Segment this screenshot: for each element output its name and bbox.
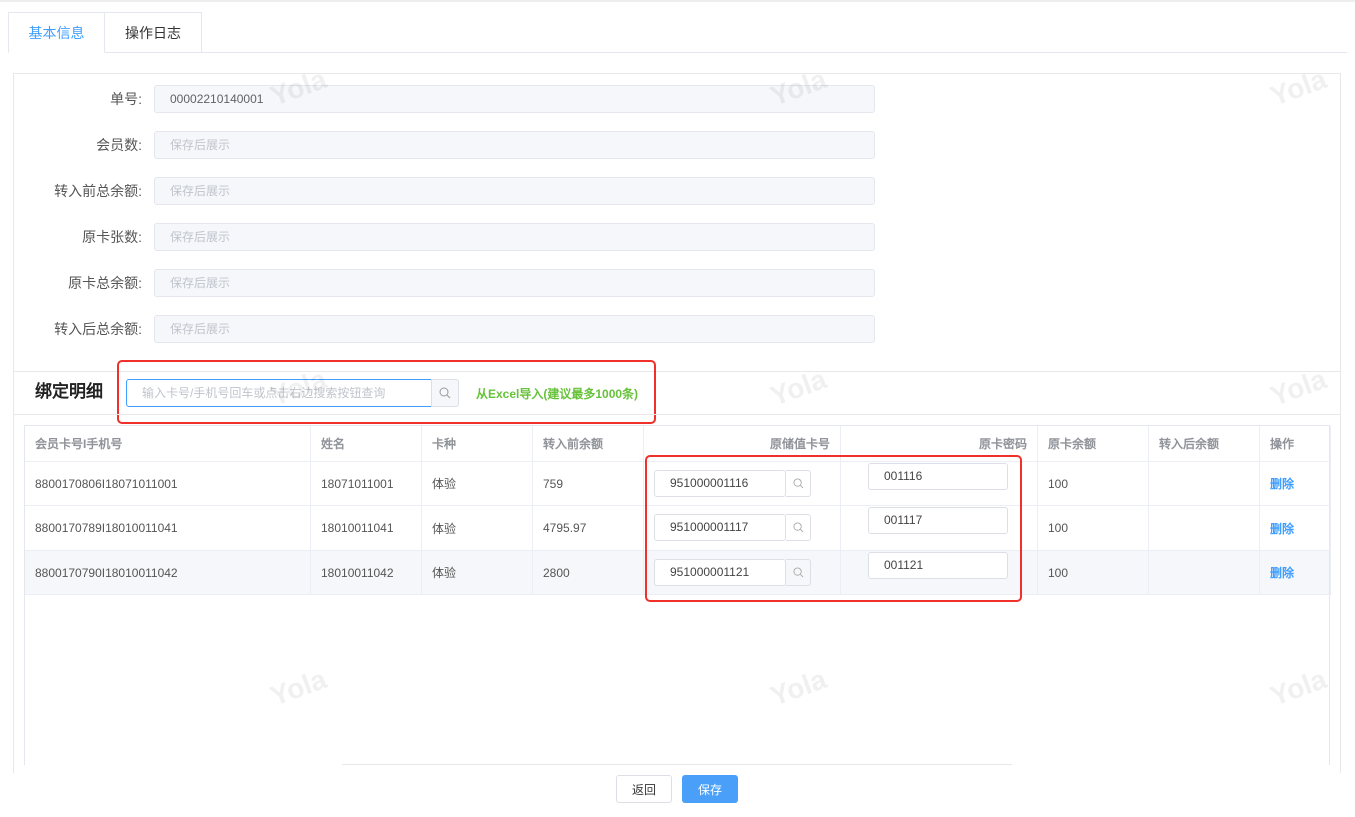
cell-text: 18071011001 bbox=[321, 476, 394, 491]
form-label: 原卡总余额: bbox=[68, 275, 142, 291]
table-cell: 8800170806I18071011001 bbox=[25, 462, 311, 506]
cell-text: 8800170790I18010011042 bbox=[35, 565, 178, 580]
delete-link[interactable]: 删除 bbox=[1270, 520, 1294, 537]
table-cell: 18010011041 bbox=[311, 506, 422, 551]
form-field: 保存后展示 bbox=[154, 223, 875, 251]
form-label: 会员数: bbox=[96, 137, 142, 153]
delete-link[interactable]: 删除 bbox=[1270, 564, 1294, 581]
cell-text: 体验 bbox=[432, 477, 457, 491]
section-header-divider bbox=[14, 414, 1340, 415]
table-cell: 删除 bbox=[1260, 462, 1331, 506]
table-cell: 体验 bbox=[422, 551, 533, 595]
form-label: 单号: bbox=[110, 91, 142, 107]
cell-text: 759 bbox=[543, 476, 564, 491]
table-cell: 删除 bbox=[1260, 506, 1331, 551]
cell-text: 8800170806I18071011001 bbox=[35, 476, 178, 491]
cell-text: 100 bbox=[1048, 476, 1069, 491]
tab-basic-info[interactable]: 基本信息 bbox=[8, 12, 105, 53]
top-border bbox=[0, 0, 1355, 2]
cell-text: 8800170789I18010011041 bbox=[35, 521, 178, 535]
form-field: 保存后展示 bbox=[154, 177, 875, 205]
cell-text: 18010011042 bbox=[321, 565, 394, 580]
form-field: 保存后展示 bbox=[154, 131, 875, 159]
cell-text: 100 bbox=[1048, 565, 1069, 580]
back-button[interactable]: 返回 bbox=[616, 775, 672, 803]
cell-text: 体验 bbox=[432, 566, 457, 580]
column-header: 转入前余额 bbox=[533, 426, 644, 462]
table-cell: 体验 bbox=[422, 462, 533, 506]
table-cell bbox=[1149, 506, 1260, 551]
delete-link[interactable]: 删除 bbox=[1270, 475, 1294, 492]
column-header: 卡种 bbox=[422, 426, 533, 462]
table-cell: 2800 bbox=[533, 551, 644, 595]
tab-divider bbox=[8, 52, 1347, 53]
table-cell: 4795.97 bbox=[533, 506, 644, 551]
form-field: 00002210140001 bbox=[154, 85, 875, 113]
column-header: 操作 bbox=[1260, 426, 1331, 462]
column-header: 原卡余额 bbox=[1038, 426, 1149, 462]
form-label: 原卡张数: bbox=[82, 229, 142, 245]
table-cell: 8800170790I18010011042 bbox=[25, 551, 311, 595]
section-title: 绑定明细 bbox=[35, 382, 103, 401]
table-cell: 759 bbox=[533, 462, 644, 506]
cell-text: 体验 bbox=[432, 521, 457, 536]
column-header: 转入后余额 bbox=[1149, 426, 1260, 462]
footer-divider bbox=[342, 764, 1012, 765]
table-cell bbox=[1149, 551, 1260, 595]
form-field: 保存后展示 bbox=[154, 269, 875, 297]
table-cell: 8800170789I18010011041 bbox=[25, 506, 311, 551]
cell-text: 2800 bbox=[543, 565, 570, 580]
table-cell: 18071011001 bbox=[311, 462, 422, 506]
column-header: 姓名 bbox=[311, 426, 422, 462]
table-cell: 100 bbox=[1038, 551, 1149, 595]
form-label: 转入前总余额: bbox=[54, 183, 142, 199]
cell-text: 4795.97 bbox=[543, 521, 587, 535]
column-header: 会员卡号I手机号 bbox=[25, 426, 311, 462]
table-cell: 删除 bbox=[1260, 551, 1331, 595]
highlight-box-cards bbox=[645, 455, 1022, 602]
table-cell: 18010011042 bbox=[311, 551, 422, 595]
tab-operation-log[interactable]: 操作日志 bbox=[104, 12, 202, 53]
form-label: 转入后总余额: bbox=[54, 321, 142, 337]
cell-text: 18010011041 bbox=[321, 521, 394, 535]
table-cell: 100 bbox=[1038, 506, 1149, 551]
table-cell: 体验 bbox=[422, 506, 533, 551]
table-cell bbox=[1149, 462, 1260, 506]
table-cell: 100 bbox=[1038, 462, 1149, 506]
cell-text: 100 bbox=[1048, 521, 1069, 535]
save-button[interactable]: 保存 bbox=[682, 775, 738, 803]
form-field: 保存后展示 bbox=[154, 315, 875, 343]
